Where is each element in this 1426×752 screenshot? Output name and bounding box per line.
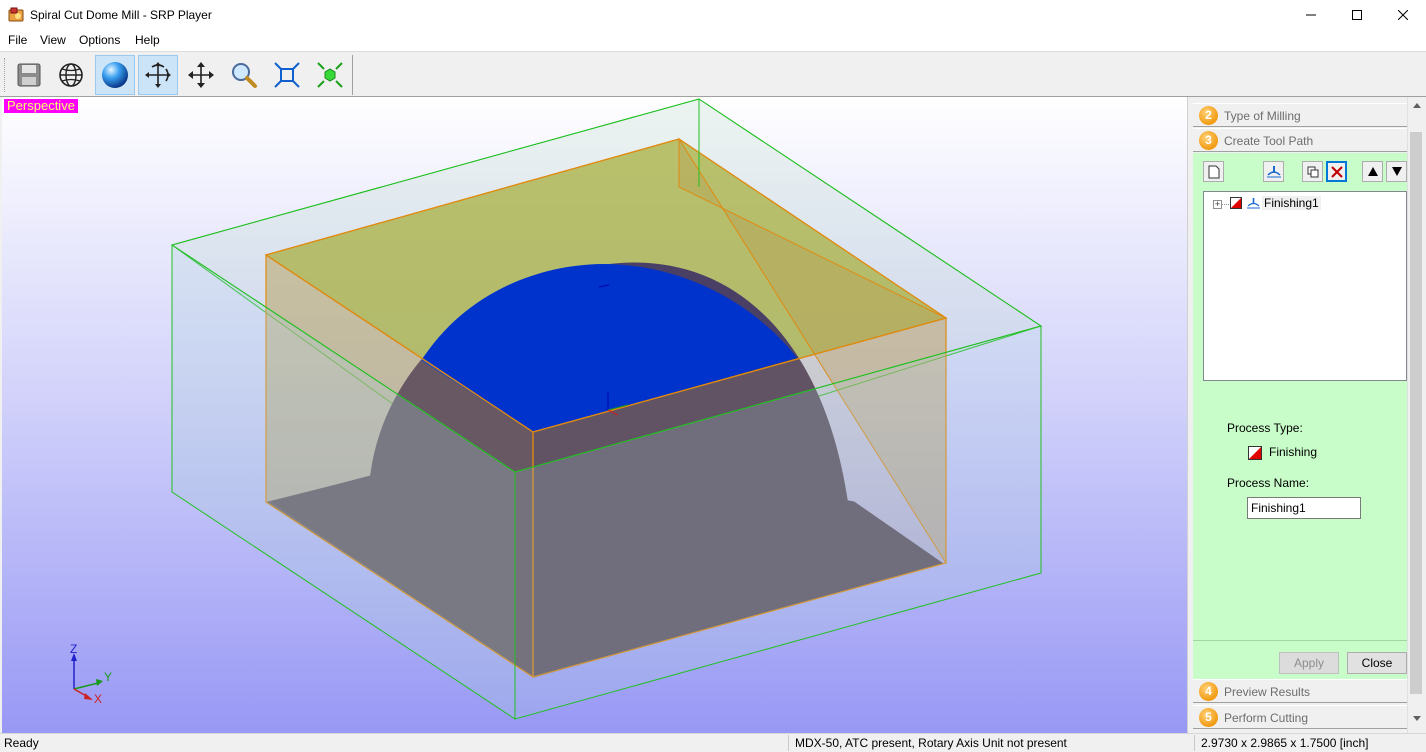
new-path-icon <box>1208 165 1219 178</box>
step-label: Type of Milling <box>1224 109 1301 123</box>
axis-label-z: Z <box>70 642 77 656</box>
move-up-button[interactable] <box>1362 161 1383 182</box>
minimize-button[interactable] <box>1288 0 1334 30</box>
close-window-button[interactable] <box>1380 0 1426 30</box>
zoom-button[interactable] <box>224 55 264 95</box>
menu-bar: File View Options Help <box>0 30 1426 51</box>
title-bar: Spiral Cut Dome Mill - SRP Player <box>0 0 1426 30</box>
menu-options[interactable]: Options <box>79 33 120 47</box>
status-bar: Ready MDX-50, ATC present, Rotary Axis U… <box>0 733 1426 752</box>
process-type-value: Finishing <box>1269 445 1318 459</box>
process-tree[interactable]: + Finishing1 <box>1203 191 1407 381</box>
copy-path-button[interactable] <box>1302 161 1323 182</box>
copy-path-icon <box>1307 166 1318 177</box>
chevron-down-icon <box>1412 716 1421 721</box>
view-mode-label: Perspective <box>4 99 78 113</box>
shaded-sphere-icon <box>102 62 128 88</box>
step-number-badge: 2 <box>1199 106 1218 125</box>
model-scene[interactable]: Z Y X <box>2 97 1187 733</box>
tree-item-finishing1[interactable]: Finishing1 <box>1262 196 1321 210</box>
apply-button[interactable]: Apply <box>1279 652 1339 674</box>
scroll-thumb[interactable] <box>1410 132 1422 694</box>
panel-divider <box>1193 640 1407 641</box>
close-button[interactable]: Close <box>1347 652 1407 674</box>
chevron-up-icon <box>1412 103 1421 108</box>
3d-viewport[interactable]: Z Y X Perspective <box>2 97 1187 733</box>
step-number-badge: 5 <box>1199 708 1218 727</box>
step-perform-cutting[interactable]: 5 Perform Cutting <box>1193 705 1407 729</box>
maximize-icon <box>1352 10 1362 20</box>
step-create-tool-path[interactable]: 3 Create Tool Path <box>1193 128 1407 152</box>
delete-path-icon <box>1330 165 1343 178</box>
move-down-icon <box>1391 167 1402 176</box>
save-icon <box>17 63 41 87</box>
status-ready: Ready <box>4 736 39 750</box>
fit-to-model-button[interactable] <box>310 55 350 95</box>
close-icon <box>1398 10 1408 20</box>
rotate-view-icon <box>145 62 171 88</box>
menu-file[interactable]: File <box>8 33 27 47</box>
move-up-icon <box>1367 167 1378 176</box>
status-dimensions: 2.9730 x 2.9865 x 1.7500 [inch] <box>1201 736 1369 750</box>
process-name-input[interactable] <box>1247 497 1361 519</box>
save-button[interactable] <box>9 55 49 95</box>
tree-connector <box>1222 204 1229 205</box>
process-type-label: Process Type: <box>1227 421 1303 435</box>
step-number-badge: 4 <box>1199 682 1218 701</box>
toolbar-separator <box>352 55 353 95</box>
maximize-button[interactable] <box>1334 0 1380 30</box>
fit-to-model-icon <box>317 62 343 88</box>
tree-expand-toggle[interactable]: + <box>1213 200 1222 209</box>
pan-view-button[interactable] <box>181 55 221 95</box>
step-label: Perform Cutting <box>1224 711 1309 725</box>
step-label: Create Tool Path <box>1224 134 1314 148</box>
step-number-badge: 3 <box>1199 131 1218 150</box>
zoom-icon <box>232 63 257 88</box>
toolbar-grip[interactable] <box>4 58 7 92</box>
window-title: Spiral Cut Dome Mill - SRP Player <box>30 8 212 22</box>
axis-triad: Z Y X <box>70 642 112 706</box>
create-tool-path-pane: + Finishing1 Process Type: Finishing Pro… <box>1193 153 1407 691</box>
app-window: Spiral Cut Dome Mill - SRP Player File V… <box>0 0 1426 752</box>
wireframe-view-button[interactable] <box>51 55 91 95</box>
scroll-down-button[interactable] <box>1408 710 1425 727</box>
finishing-type-icon <box>1248 446 1262 460</box>
toolpath-wizard-icon <box>1266 165 1281 177</box>
step-preview-results[interactable]: 4 Preview Results <box>1193 679 1407 703</box>
zoom-fit-icon <box>274 62 300 88</box>
toolpath-wizard-button[interactable] <box>1263 161 1284 182</box>
minimize-icon <box>1306 14 1316 16</box>
rotate-view-button[interactable] <box>138 55 178 95</box>
status-divider <box>1194 735 1195 751</box>
zoom-fit-button[interactable] <box>267 55 307 95</box>
delete-path-button[interactable] <box>1326 161 1347 182</box>
toolbar <box>0 51 1426 97</box>
menu-help[interactable]: Help <box>135 33 160 47</box>
status-divider <box>788 735 789 751</box>
step-label: Preview Results <box>1224 685 1311 699</box>
process-name-label: Process Name: <box>1227 476 1310 490</box>
toolpath-icon <box>1247 198 1260 209</box>
step-type-of-milling[interactable]: 2 Type of Milling <box>1193 103 1407 127</box>
new-path-button[interactable] <box>1203 161 1224 182</box>
status-machine: MDX-50, ATC present, Rotary Axis Unit no… <box>795 736 1067 750</box>
shaded-view-button[interactable] <box>95 55 135 95</box>
pan-view-icon <box>188 62 214 88</box>
axis-label-x: X <box>94 692 102 706</box>
workflow-panel: 2 Type of Milling 3 Create Tool Path + F… <box>1193 97 1426 733</box>
panel-scrollbar[interactable] <box>1407 97 1424 733</box>
scroll-up-button[interactable] <box>1408 97 1425 114</box>
menu-view[interactable]: View <box>40 33 66 47</box>
wireframe-globe-icon <box>59 63 83 87</box>
axis-label-y: Y <box>104 670 112 684</box>
move-down-button[interactable] <box>1386 161 1407 182</box>
srp-player-app-icon <box>8 7 24 22</box>
finishing-process-icon <box>1230 197 1242 209</box>
